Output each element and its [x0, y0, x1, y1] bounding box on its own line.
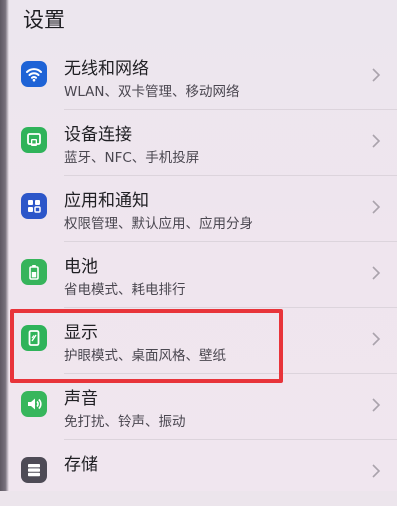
speaker-icon — [21, 391, 47, 417]
chevron-right-icon — [372, 134, 381, 148]
chevron-right-icon — [372, 464, 381, 478]
chevron-right-icon — [372, 68, 381, 82]
settings-item-storage[interactable]: 存储 — [0, 440, 397, 506]
chevron-right-icon — [372, 200, 381, 214]
device-connect-icon — [21, 127, 47, 153]
settings-item-apps[interactable]: 应用和通知 权限管理、默认应用、应用分身 — [0, 176, 397, 242]
chevron-right-icon — [372, 266, 381, 280]
settings-item-subtitle: 免打扰、铃声、振动 — [64, 414, 186, 430]
settings-item-title: 声音 — [64, 389, 98, 409]
settings-item-title: 无线和网络 — [64, 59, 149, 79]
battery-icon — [21, 259, 47, 285]
chevron-right-icon — [372, 332, 381, 346]
settings-item-title: 显示 — [64, 323, 98, 343]
settings-item-device-connect[interactable]: 设备连接 蓝牙、NFC、手机投屏 — [0, 110, 397, 176]
settings-item-subtitle: 护眼模式、桌面风格、壁纸 — [64, 348, 226, 364]
settings-item-title: 设备连接 — [64, 125, 132, 145]
settings-item-title: 电池 — [64, 257, 98, 277]
settings-item-subtitle: 省电模式、耗电排行 — [64, 282, 186, 298]
settings-item-sound[interactable]: 声音 免打扰、铃声、振动 — [0, 374, 397, 440]
storage-icon — [21, 457, 47, 483]
settings-item-subtitle: WLAN、双卡管理、移动网络 — [64, 84, 240, 100]
settings-item-title: 应用和通知 — [64, 191, 149, 211]
settings-screen: 设置 无线和网络 WLAN、双卡管理、移动网络 设备连接 蓝牙、NFC、手机投屏… — [0, 0, 397, 491]
settings-item-subtitle: 蓝牙、NFC、手机投屏 — [64, 150, 200, 166]
settings-item-display[interactable]: 显示 护眼模式、桌面风格、壁纸 — [0, 308, 397, 374]
apps-grid-icon — [21, 193, 47, 219]
settings-item-battery[interactable]: 电池 省电模式、耗电排行 — [0, 242, 397, 308]
settings-item-subtitle: 权限管理、默认应用、应用分身 — [64, 216, 253, 232]
display-icon — [21, 325, 47, 351]
settings-item-title: 存储 — [64, 455, 98, 475]
settings-item-wireless[interactable]: 无线和网络 WLAN、双卡管理、移动网络 — [0, 44, 397, 110]
chevron-right-icon — [372, 398, 381, 412]
settings-list: 无线和网络 WLAN、双卡管理、移动网络 设备连接 蓝牙、NFC、手机投屏 应用… — [0, 44, 397, 506]
wifi-icon — [21, 61, 47, 87]
page-title: 设置 — [23, 8, 65, 32]
